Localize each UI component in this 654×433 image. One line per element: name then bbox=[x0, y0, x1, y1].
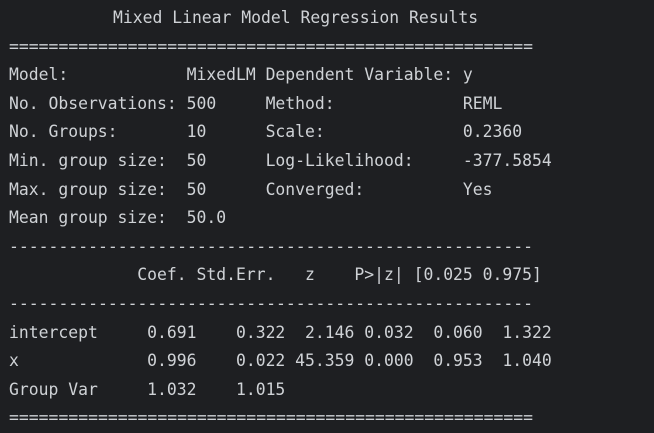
coefficient-row-intercept: intercept 0.691 0.322 2.146 0.032 0.060 … bbox=[9, 322, 552, 342]
regression-output-console: Mixed Linear Model Regression Results ==… bbox=[9, 4, 649, 433]
single-rule-after-header: ----------------------------------------… bbox=[9, 293, 534, 313]
summary-row-min-group-size: Min. group size: 50 Log-Likelihood: -377… bbox=[9, 150, 552, 170]
coefficient-table-header: Coef. Std.Err. z P>|z| [0.025 0.975] bbox=[9, 265, 542, 285]
summary-row-groups: No. Groups: 10 Scale: 0.2360 bbox=[9, 122, 523, 142]
coefficient-row-x: x 0.996 0.022 45.359 0.000 0.953 1.040 bbox=[9, 351, 552, 371]
summary-row-max-group-size: Max. group size: 50 Converged: Yes bbox=[9, 179, 493, 199]
summary-row-observations: No. Observations: 500 Method: REML bbox=[9, 93, 503, 113]
coefficient-row-group-var: Group Var 1.032 1.015 bbox=[9, 379, 286, 399]
single-rule-before-header: ----------------------------------------… bbox=[9, 236, 534, 256]
summary-row-model: Model: MixedLM Dependent Variable: y bbox=[9, 65, 473, 85]
summary-row-mean-group-size: Mean group size: 50.0 bbox=[9, 208, 227, 228]
results-title: Mixed Linear Model Regression Results bbox=[113, 8, 479, 27]
double-rule-top: ========================================… bbox=[9, 36, 534, 56]
